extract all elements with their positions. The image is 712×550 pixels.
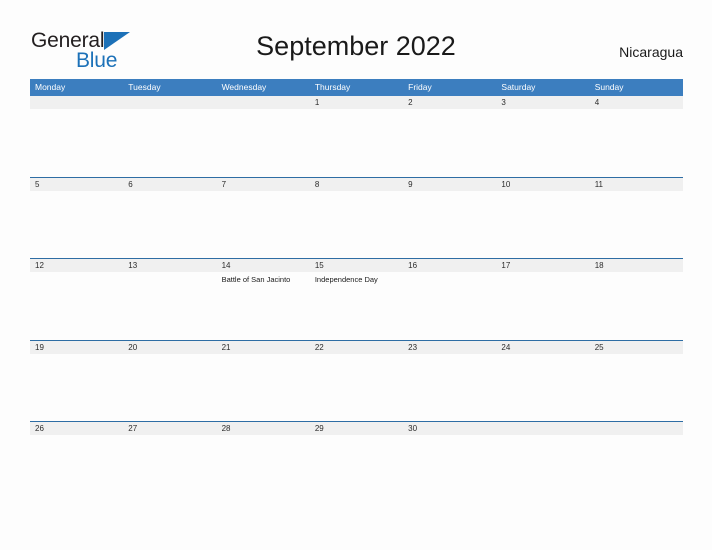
calendar-day-cell[interactable]: 9 [403,178,496,259]
calendar-day-cell[interactable]: 2 [403,96,496,177]
calendar-day-cell-empty [590,422,683,503]
weekday-header-tuesday: Tuesday [128,82,161,92]
weekday-header-saturday: Saturday [501,82,536,92]
day-number: 12 [35,261,44,270]
day-number: 17 [501,261,511,270]
day-number: 29 [314,424,324,433]
calendar-day-cell[interactable]: 28 [217,422,310,503]
day-number: 30 [408,424,418,433]
country-label: Nicaragua [619,44,683,60]
day-number: 13 [128,261,138,270]
calendar-day-cell[interactable]: 14 Battle of San Jacinto [217,259,310,340]
day-number: 24 [501,342,511,352]
calendar-day-cell[interactable]: 22 [310,341,403,422]
calendar-week-row: 26 27 28 29 30 [30,421,683,503]
calendar-day-cell[interactable]: 12 [30,259,123,340]
day-number [222,96,305,109]
calendar-weeks: 1 2 3 4 5 6 7 8 9 10 11 12 13 14 Battle of San Jacinto… [30,96,683,503]
calendar-day-cell[interactable]: 20 [123,341,216,422]
calendar-day-cell-empty [123,96,216,177]
day-number: 8 [314,179,320,189]
day-number: 11 [594,179,603,189]
calendar-week-row: 1 2 3 4 [30,96,683,177]
calendar-day-cell[interactable]: 29 [310,422,403,503]
calendar-day-cell-empty [30,96,123,177]
day-number: 15 [314,261,324,270]
day-number: 3 [501,98,506,107]
page-header: General Blue September 2022 Nicaragua [0,0,712,79]
calendar-day-cell[interactable]: 6 [123,178,216,259]
day-number [501,422,584,435]
calendar-day-cell[interactable]: 21 [217,341,310,422]
day-number: 26 [35,424,44,433]
day-number: 27 [128,424,138,433]
calendar-day-cell[interactable]: 4 [590,96,683,177]
calendar-day-cell[interactable]: 3 [496,96,589,177]
weekday-header-sunday: Sunday [594,82,624,92]
calendar-grid: Monday Tuesday Wednesday Thursday Friday… [30,79,683,503]
day-number: 5 [35,179,40,189]
calendar-day-cell[interactable]: 5 [30,178,123,259]
day-events: Independence Day [315,275,398,285]
calendar-day-cell[interactable]: 8 [310,178,403,259]
weekday-header-friday: Friday [408,82,432,92]
calendar-week-row: 5 6 7 8 9 10 11 [30,176,683,259]
holiday-event: Independence Day [314,275,378,284]
calendar-day-cell-empty [217,96,310,177]
calendar-day-cell[interactable]: 7 [217,178,310,259]
calendar-day-cell[interactable]: 25 [590,341,683,422]
day-number: 6 [128,179,133,189]
calendar-week-row: 19 20 21 22 23 24 25 [30,339,683,422]
day-number: 23 [408,342,418,352]
weekday-header-wednesday: Wednesday [221,82,267,92]
day-number: 4 [594,98,600,107]
calendar-day-cell[interactable]: 13 [123,259,216,340]
calendar-day-cell[interactable]: 10 [496,178,589,259]
calendar-day-cell[interactable]: 18 [590,259,683,340]
calendar-week-row: 12 13 14 Battle of San Jacinto 15 Independenc… [30,258,683,340]
calendar-day-cell[interactable]: 23 [403,341,496,422]
holiday-event: Battle of San Jacinto [221,275,291,284]
day-number: 25 [594,342,604,352]
calendar-day-cell[interactable]: 30 [403,422,496,503]
day-number: 10 [501,179,511,189]
day-number [128,96,211,109]
day-events: Battle of San Jacinto [222,275,305,285]
calendar-day-cell[interactable]: 11 [590,178,683,259]
day-number: 1 [314,98,320,107]
day-number: 9 [408,179,413,189]
day-number: 28 [221,424,231,433]
calendar-page: General Blue September 2022 Nicaragua Mo… [0,0,712,550]
day-number: 7 [221,179,227,189]
calendar-day-cell[interactable]: 1 [310,96,403,177]
calendar-day-cell[interactable]: 16 [403,259,496,340]
day-number: 18 [594,261,604,270]
day-number: 22 [314,342,324,352]
calendar-day-cell[interactable]: 19 [30,341,123,422]
calendar-day-cell[interactable]: 27 [123,422,216,503]
day-number: 16 [408,261,418,270]
calendar-day-cell-empty [496,422,589,503]
day-number: 21 [221,342,231,352]
calendar-day-cell[interactable]: 24 [496,341,589,422]
day-number: 19 [35,342,44,352]
weekday-header-monday: Monday [35,82,66,92]
day-number: 2 [408,98,413,107]
page-title: September 2022 [256,31,456,61]
weekday-header-row: Monday Tuesday Wednesday Thursday Friday… [30,79,683,96]
day-number: 14 [221,261,231,270]
day-number [595,422,678,435]
weekday-header-thursday: Thursday [314,82,351,92]
calendar-day-cell[interactable]: 26 [30,422,123,503]
day-number: 20 [128,342,138,352]
day-number [35,96,118,109]
calendar-day-cell[interactable]: 17 [496,259,589,340]
calendar-day-cell[interactable]: 15 Independence Day [310,259,403,340]
